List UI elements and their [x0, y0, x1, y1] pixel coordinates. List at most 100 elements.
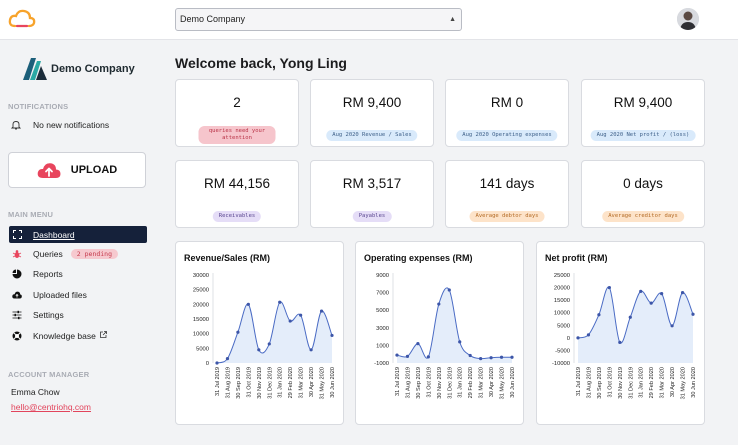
- kpi-card-receivables[interactable]: RM 44,156 Receivables: [175, 160, 299, 228]
- cloud-icon: [12, 290, 22, 300]
- y-tick-label: -1000: [374, 361, 389, 367]
- dashboard-icon: [12, 230, 22, 240]
- y-tick-label: 1000: [376, 343, 389, 349]
- menu-item-queries[interactable]: Queries 2 pending: [9, 244, 147, 264]
- sliders-icon: [12, 310, 22, 320]
- notification-text: No new notifications: [33, 120, 110, 130]
- main-menu: Dashboard Queries 2 pending Reports Uplo…: [9, 226, 147, 346]
- data-point: [618, 340, 622, 344]
- chart-card-operating-expenses: -1000 1000 3000 5000 7000 9000 31 Jul 2019 31 A…: [355, 241, 524, 425]
- company-select-value: Demo Company: [180, 14, 246, 24]
- y-tick-label: -10000: [552, 361, 570, 367]
- data-point: [597, 313, 601, 317]
- x-tick-label: 31 Jul 2019: [215, 367, 221, 396]
- x-tick-label: 31 Oct 2019: [426, 367, 432, 397]
- data-point: [576, 336, 580, 340]
- menu-item-reports[interactable]: Reports: [9, 264, 147, 284]
- company-select[interactable]: Demo Company ▲: [175, 8, 462, 31]
- data-point: [691, 312, 695, 316]
- cloud-logo-icon[interactable]: [8, 8, 36, 30]
- x-tick-label: 31 May 2020: [500, 367, 506, 399]
- user-avatar[interactable]: [677, 8, 699, 30]
- x-tick-label: 31 Oct 2019: [246, 367, 252, 397]
- data-point: [479, 357, 483, 361]
- y-tick-label: 10000: [193, 332, 209, 338]
- main-menu-section-label: MAIN MENU: [8, 210, 54, 219]
- x-tick-label: 31 Jan 2020: [458, 367, 464, 398]
- kpi-card-payables[interactable]: RM 3,517 Payables: [310, 160, 434, 228]
- y-tick-label: 5000: [557, 323, 570, 329]
- menu-item-label: Reports: [33, 269, 63, 279]
- data-point: [278, 300, 282, 304]
- menu-item-knowledge-base[interactable]: Knowledge base: [9, 326, 147, 346]
- data-point: [680, 291, 685, 295]
- x-tick-label: 31 Aug 2019: [405, 367, 411, 398]
- data-point: [405, 354, 410, 358]
- operating-expenses-chart: -1000 1000 3000 5000 7000 9000 31 Jul 2019 31 A…: [374, 273, 516, 399]
- select-arrows-icon: ▲: [449, 16, 456, 23]
- kpi-tag: Aug 2020 Revenue / Sales: [326, 130, 418, 141]
- upload-cloud-icon: [37, 162, 61, 178]
- kpi-card-queries[interactable]: 2 queries need your attention: [175, 79, 299, 147]
- data-point: [458, 340, 462, 344]
- data-point: [395, 353, 399, 357]
- chart-card-net-profit: -10000 -5000 0 5000 10000 15000 20000 25000 31 J…: [536, 241, 705, 425]
- help-icon: [12, 331, 22, 341]
- y-tick-label: 5000: [196, 346, 209, 352]
- x-tick-label: 30 Apr 2020: [489, 367, 495, 397]
- x-tick-label: 31 Mar 2020: [299, 367, 305, 398]
- data-point: [437, 302, 441, 306]
- x-tick-label: 30 Jun 2020: [691, 367, 697, 398]
- data-point: [416, 342, 420, 346]
- menu-item-uploaded-files[interactable]: Uploaded files: [9, 285, 147, 305]
- x-tick-label: 31 Jan 2020: [639, 367, 645, 398]
- y-tick-label: 25000: [193, 288, 209, 294]
- welcome-heading: Welcome back, Yong Ling: [175, 55, 347, 71]
- account-manager-name: Emma Chow: [11, 387, 60, 397]
- menu-item-label: Settings: [33, 310, 64, 320]
- kpi-card-creditor-days[interactable]: 0 days Average creditor days: [581, 160, 705, 228]
- chart-title: Net profit (RM): [545, 253, 608, 263]
- kpi-tag: queries need your attention: [198, 126, 276, 144]
- kpi-value: 141 days: [479, 176, 535, 191]
- chart-title: Operating expenses (RM): [364, 253, 473, 263]
- brand: Demo Company: [23, 57, 135, 81]
- data-point: [257, 348, 261, 352]
- data-point: [309, 348, 313, 352]
- x-tick-label: 31 Mar 2020: [479, 367, 485, 398]
- external-link-icon: [99, 331, 107, 340]
- data-point: [319, 309, 324, 313]
- kpi-card-revenue[interactable]: RM 9,400 Aug 2020 Revenue / Sales: [310, 79, 434, 147]
- data-point: [660, 292, 664, 296]
- account-manager-email-link[interactable]: hello@centriohq.com: [11, 402, 91, 412]
- kpi-value: RM 3,517: [342, 176, 402, 191]
- y-tick-label: 3000: [376, 326, 389, 332]
- kpi-card-debtor-days[interactable]: 141 days Average debtor days: [445, 160, 569, 228]
- upload-button[interactable]: UPLOAD: [8, 152, 146, 188]
- series-area: [397, 287, 512, 363]
- menu-item-label: Knowledge base: [33, 330, 96, 341]
- y-tick-label: 15000: [554, 298, 570, 304]
- bell-icon: [11, 121, 21, 130]
- kpi-tag: Payables: [352, 211, 392, 222]
- menu-item-settings[interactable]: Settings: [9, 305, 147, 325]
- data-point: [586, 333, 591, 337]
- y-tick-label: 10000: [554, 311, 570, 317]
- sidebar: Demo Company NOTIFICATIONS No new notifi…: [0, 41, 160, 445]
- data-point: [299, 313, 303, 317]
- data-point: [225, 357, 230, 361]
- menu-item-dashboard[interactable]: Dashboard: [9, 226, 147, 243]
- kpi-card-net-profit[interactable]: RM 9,400 Aug 2020 Net profit / (loss): [581, 79, 705, 147]
- y-tick-label: 5000: [376, 308, 389, 314]
- notifications-section-label: NOTIFICATIONS: [8, 102, 69, 111]
- kpi-value: RM 9,400: [342, 95, 402, 110]
- account-manager-section-label: ACCOUNT MANAGER: [8, 370, 90, 379]
- y-tick-label: 7000: [376, 291, 389, 297]
- x-tick-label: 30 Nov 2019: [618, 367, 624, 399]
- kpi-card-operating-expenses[interactable]: RM 0 Aug 2020 Operating expenses: [445, 79, 569, 147]
- x-tick-label: 30 Nov 2019: [257, 367, 263, 399]
- x-tick-label: 31 Oct 2019: [607, 367, 613, 397]
- y-tick-label: 0: [567, 336, 570, 342]
- data-point: [670, 324, 674, 328]
- x-tick-label: 30 Sep 2019: [597, 367, 603, 399]
